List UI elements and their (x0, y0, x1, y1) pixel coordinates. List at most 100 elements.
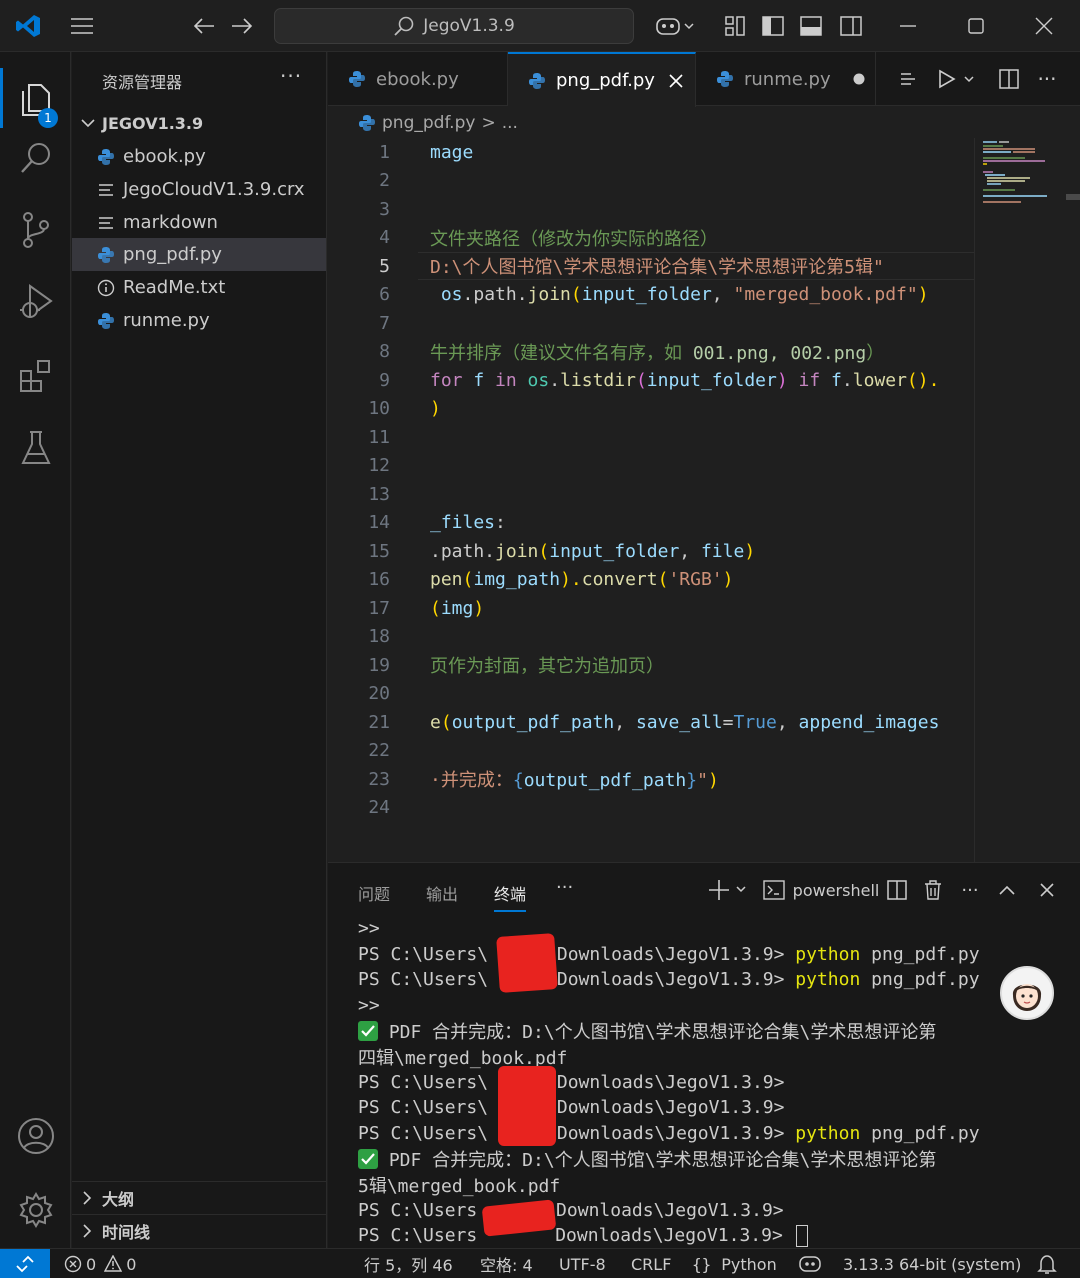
file-item-markdown[interactable]: markdown (72, 206, 326, 239)
settings-gear-icon[interactable] (0, 1180, 71, 1240)
testing-icon[interactable] (0, 418, 71, 478)
tab-label: ebook.py (376, 68, 459, 90)
search-activity-icon[interactable] (0, 128, 71, 188)
editor-more-icon[interactable]: ··· (1032, 52, 1062, 106)
workspace-folder[interactable]: JEGOV1.3.9 (72, 108, 326, 138)
end-of-line[interactable]: CRLF (631, 1249, 671, 1278)
code-line: (img) (430, 597, 485, 619)
outline-section[interactable]: 大纲 (72, 1181, 326, 1214)
language-mode[interactable]: {} Python (692, 1249, 777, 1278)
terminal-line: 四辑\merged_book.pdf (358, 1047, 568, 1069)
breadcrumb[interactable]: png_pdf.py > ... (358, 110, 518, 136)
tab-png-pdf[interactable]: png_pdf.py (508, 52, 696, 107)
panel-more-button[interactable]: ··· (556, 877, 573, 898)
remote-indicator[interactable] (0, 1249, 50, 1278)
line-number: 16 (368, 569, 390, 590)
line-number: 11 (368, 426, 390, 448)
explorer-icon[interactable]: 1 (0, 68, 71, 128)
terminal-shell-selector[interactable]: powershell (762, 871, 880, 909)
back-arrow-icon[interactable] (186, 0, 222, 52)
line-number: 17 (368, 597, 390, 619)
title-bar: JegoV1.3.9 (0, 0, 1080, 52)
tab-problems[interactable]: 问题 (358, 881, 390, 905)
explorer-more-button[interactable]: ··· (280, 64, 302, 88)
forward-arrow-icon[interactable] (224, 0, 260, 52)
menu-icon[interactable] (62, 0, 102, 52)
avatar[interactable] (1000, 966, 1054, 1020)
code-line: e(output_pdf_path, save_all=True, append… (430, 711, 940, 733)
shell-name: powershell (792, 880, 880, 900)
file-name: runme.py (123, 310, 210, 331)
split-editor-icon[interactable] (994, 52, 1024, 106)
outline-toggle-icon[interactable] (894, 52, 924, 106)
scrollbar-thumb[interactable] (1066, 194, 1080, 200)
folder-name: JEGOV1.3.9 (102, 113, 204, 133)
timeline-section[interactable]: 时间线 (72, 1214, 326, 1247)
code-line: ·并完成：{output_pdf_path}") (430, 770, 719, 791)
toggle-sidebar-icon[interactable] (758, 0, 788, 52)
maximize-icon[interactable] (958, 0, 994, 52)
code-line: 牛并排序（建议文件名有序，如 001.png, 002.png） (430, 342, 885, 364)
file-item-runme[interactable]: runme.py (72, 304, 326, 337)
code-editor[interactable]: 1 mage 2 3 4 文件夹路径（修改为你实际的路径） 5 D:\个人图书馆\学术… (328, 138, 974, 862)
line-number: 2 (379, 170, 390, 191)
file-item-ebook[interactable]: ebook.py (72, 140, 326, 173)
trash-icon[interactable] (920, 871, 946, 909)
breadcrumb-rest[interactable]: ... (502, 113, 518, 133)
editor-tabs: ebook.py png_pdf.py runme.py ··· (328, 52, 1080, 107)
code-line: D:\个人图书馆\学术思想评论合集\学术思想评论第5辑" (430, 257, 884, 278)
run-debug-icon[interactable] (0, 272, 71, 332)
activity-bar: 1 (0, 52, 71, 1248)
code-line: ) (430, 398, 441, 419)
vscode-logo-icon (8, 0, 48, 52)
remote-icon (15, 1255, 35, 1273)
file-item-crx[interactable]: JegoCloudV1.3.9.crx (72, 173, 326, 206)
encoding[interactable]: UTF-8 (559, 1249, 606, 1278)
close-window-icon[interactable] (1026, 0, 1062, 52)
check-mark-icon (358, 1021, 378, 1042)
cursor-position[interactable]: 行 5，列 46 (364, 1249, 453, 1278)
copilot-icon[interactable] (650, 0, 700, 52)
run-python-icon[interactable] (932, 52, 982, 106)
unsaved-dot-icon[interactable] (853, 73, 865, 85)
tab-terminal[interactable]: 终端 (494, 881, 527, 912)
tab-output[interactable]: 输出 (426, 881, 458, 905)
terminal-line: >> (358, 995, 380, 1017)
line-number: 19 (368, 654, 390, 676)
terminal-output[interactable]: >> PS C:\Users\ \Downloads\JegoV1.3.9> py… (358, 916, 1068, 1249)
tab-label: runme.py (744, 68, 831, 90)
info-icon (95, 279, 117, 297)
terminal-more-icon[interactable]: ··· (956, 871, 984, 909)
minimize-icon[interactable] (890, 0, 926, 52)
maximize-panel-icon[interactable] (994, 871, 1020, 909)
copilot-status-icon[interactable] (798, 1249, 822, 1278)
redaction-mark (496, 933, 558, 993)
customize-layout-icon[interactable] (720, 0, 750, 52)
error-count: 0 (86, 1254, 97, 1274)
code-line: for f in os.listdir(input_folder) if f.l… (430, 369, 940, 391)
tab-runme[interactable]: runme.py (696, 52, 876, 106)
problems-status[interactable]: 0 0 (64, 1249, 136, 1278)
python-interpreter[interactable]: 3.13.3 64-bit (system) (843, 1249, 1021, 1278)
terminal-icon (762, 880, 785, 900)
split-terminal-icon[interactable] (884, 871, 910, 909)
file-item-png-pdf[interactable]: png_pdf.py (72, 238, 326, 271)
close-tab-icon[interactable] (669, 73, 683, 88)
accounts-icon[interactable] (0, 1106, 71, 1166)
close-panel-icon[interactable] (1034, 871, 1060, 909)
lines-icon (95, 183, 117, 197)
breadcrumb-file[interactable]: png_pdf.py (382, 113, 475, 133)
toggle-secondary-sidebar-icon[interactable] (836, 0, 866, 52)
indentation[interactable]: 空格: 4 (480, 1249, 533, 1278)
tab-ebook[interactable]: ebook.py (328, 52, 508, 106)
new-terminal-icon[interactable] (706, 871, 752, 909)
toggle-panel-icon[interactable] (796, 0, 826, 52)
extensions-icon[interactable] (0, 346, 71, 406)
file-item-readme[interactable]: ReadMe.txt (72, 271, 326, 304)
line-number: 9 (379, 369, 390, 391)
notifications-bell-icon[interactable] (1036, 1249, 1058, 1278)
language-label: Python (721, 1254, 777, 1274)
command-center-search[interactable]: JegoV1.3.9 (274, 8, 634, 44)
minimap[interactable] (974, 138, 1080, 862)
source-control-icon[interactable] (0, 200, 71, 260)
